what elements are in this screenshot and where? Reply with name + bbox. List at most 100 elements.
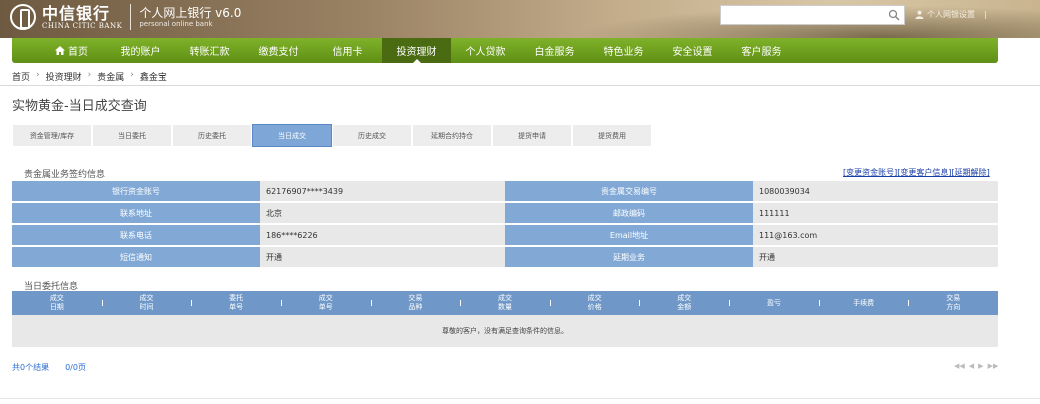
breadcrumb-item[interactable]: 首页 xyxy=(12,70,30,83)
prev-page-icon[interactable]: ◀ xyxy=(969,362,974,370)
logo-divider xyxy=(130,4,132,30)
breadcrumb-divider xyxy=(0,85,1040,86)
column-header: 成交 金额 xyxy=(639,291,729,315)
table-row: 联系电话 186****6226 Email地址 111@163.com xyxy=(12,225,998,245)
next-page-icon[interactable]: ▶ xyxy=(978,362,983,370)
nav-item-6[interactable]: 个人贷款 xyxy=(451,38,520,63)
breadcrumb-item[interactable]: 贵金属 xyxy=(97,70,124,83)
column-header: 委托 单号 xyxy=(191,291,281,315)
pagination-info: 共0个结果 0/0页 xyxy=(12,362,86,373)
first-page-icon[interactable]: ◀◀ xyxy=(954,362,965,370)
subtab-2[interactable]: 历史委托 xyxy=(172,124,252,147)
column-header: 手续费 xyxy=(818,291,909,315)
column-header-line: 日期 xyxy=(49,303,64,311)
search-input[interactable] xyxy=(720,5,905,25)
subtab-4[interactable]: 历史成交 xyxy=(332,124,412,147)
field-label: Email地址 xyxy=(505,225,753,245)
column-header: 成交 日期 xyxy=(12,291,102,315)
field-value: 186****6226 xyxy=(260,225,505,245)
page-count: 0/0页 xyxy=(65,363,86,372)
column-header: 交易 方向 xyxy=(908,291,998,315)
nav-item-label: 信用卡 xyxy=(332,47,363,58)
nav-item-2[interactable]: 转账汇款 xyxy=(175,38,244,63)
column-header-line: 成交 xyxy=(49,294,64,302)
site-subtitle: personal online bank xyxy=(139,20,213,28)
column-header: 盈亏 xyxy=(729,291,819,315)
field-label: 银行资金账号 xyxy=(12,181,260,201)
field-value: 111111 xyxy=(753,203,998,223)
column-header-line: 盈亏 xyxy=(766,298,781,307)
column-header: 成交 价格 xyxy=(549,291,640,315)
subtab-0[interactable]: 资金管理/库存 xyxy=(12,124,92,147)
column-header-line: 交易 xyxy=(408,294,423,302)
nav-item-label: 白金服务 xyxy=(534,47,575,58)
column-header-line: 价格 xyxy=(587,303,602,311)
subtab-5[interactable]: 延期合约持仓 xyxy=(412,124,492,147)
sub-tabs: 资金管理/库存 当日委托 历史委托 当日成交 历史成交 延期合约持仓 提货申请 提货费用 xyxy=(12,124,652,147)
user-settings-label: 个人网银设置 xyxy=(927,10,975,19)
logo-english-name: CHINA CITIC BANK xyxy=(42,21,123,30)
column-header: 成交 数量 xyxy=(460,291,550,315)
breadcrumb-item[interactable]: 鑫金宝 xyxy=(140,70,167,83)
header-separator: | xyxy=(984,10,987,19)
nav-item-label: 首页 xyxy=(68,47,88,58)
subtab-7[interactable]: 提货费用 xyxy=(572,124,652,147)
citic-logo-icon xyxy=(10,4,36,30)
column-header-line: 成交 xyxy=(498,294,513,302)
field-label: 贵金属交易编号 xyxy=(505,181,753,201)
column-header-line: 委托 xyxy=(229,294,244,302)
field-value: 1080039034 xyxy=(753,181,998,201)
subtab-1[interactable]: 当日委托 xyxy=(92,124,172,147)
bank-logo[interactable]: 中信银行 CHINA CITIC BANK 个人网上银行 v6.0 person… xyxy=(10,4,241,30)
field-value: 北京 xyxy=(260,203,505,223)
subtab-3[interactable]: 当日成交 xyxy=(252,124,332,147)
breadcrumb-separator: › xyxy=(130,70,134,80)
cancel-deferral-link[interactable]: [延期解除] xyxy=(952,167,990,178)
subtab-6[interactable]: 提货申请 xyxy=(492,124,572,147)
column-header-line: 单号 xyxy=(229,303,244,311)
nav-item-5[interactable]: 投资理财 xyxy=(382,38,451,63)
column-header: 成交 时间 xyxy=(101,291,192,315)
table-row: 银行资金账号 62176907****3439 贵金属交易编号 1080039034 xyxy=(12,181,998,201)
nav-item-label: 客户服务 xyxy=(741,47,782,58)
signing-links: [变更资金账号] [变更客户信息] [延期解除] xyxy=(843,167,990,178)
field-label: 延期业务 xyxy=(505,247,753,267)
user-icon xyxy=(915,10,924,19)
nav-item-label: 个人贷款 xyxy=(465,47,506,58)
nav-item-1[interactable]: 我的账户 xyxy=(106,38,175,63)
home-icon xyxy=(55,46,65,55)
column-header-line: 交易 xyxy=(946,294,961,302)
nav-item-0[interactable]: 首页 xyxy=(37,38,106,63)
field-value: 开通 xyxy=(753,247,998,267)
nav-item-label: 缴费支付 xyxy=(258,47,299,58)
site-title: 个人网上银行 v6.0 xyxy=(139,6,242,20)
orders-table-header: 成交 日期 成交 时间 委托 单号 成交 单号 交易 品种 成交 数量 成交 价格 成交 金额 盈亏 手续费 交易方… xyxy=(12,291,998,315)
field-label: 联系电话 xyxy=(12,225,260,245)
nav-item-label: 投资理财 xyxy=(396,47,437,58)
change-account-link[interactable]: [变更资金账号] xyxy=(843,167,897,178)
breadcrumb-separator: › xyxy=(36,70,40,80)
last-page-icon[interactable]: ▶▶ xyxy=(988,362,999,370)
column-header-line: 成交 xyxy=(677,294,692,302)
column-header-line: 金额 xyxy=(677,303,692,311)
column-header-line: 手续费 xyxy=(853,298,875,307)
nav-item-4[interactable]: 信用卡 xyxy=(313,38,382,63)
field-label: 邮政编码 xyxy=(505,203,753,223)
breadcrumb-item[interactable]: 投资理财 xyxy=(46,70,82,83)
change-info-link[interactable]: [变更客户信息] xyxy=(897,167,951,178)
nav-item-3[interactable]: 缴费支付 xyxy=(244,38,313,63)
nav-item-9[interactable]: 安全设置 xyxy=(658,38,727,63)
field-value: 开通 xyxy=(260,247,505,267)
top-banner: 中信银行 CHINA CITIC BANK 个人网上银行 v6.0 person… xyxy=(0,0,1040,38)
pagination-controls: ◀◀ ◀ ▶ ▶▶ xyxy=(954,362,998,370)
user-settings[interactable]: 个人网银设置 | xyxy=(915,9,987,20)
nav-item-7[interactable]: 白金服务 xyxy=(520,38,589,63)
column-header-line: 品种 xyxy=(408,303,423,311)
search-icon[interactable] xyxy=(888,9,900,21)
column-header: 成交 单号 xyxy=(280,291,371,315)
nav-item-10[interactable]: 客户服务 xyxy=(727,38,796,63)
breadcrumb: 首页 › 投资理财 › 贵金属 › 鑫金宝 xyxy=(12,70,167,83)
table-row: 短信通知 开通 延期业务 开通 xyxy=(12,247,998,267)
footer-divider xyxy=(0,398,1040,399)
nav-item-8[interactable]: 特色业务 xyxy=(589,38,658,63)
